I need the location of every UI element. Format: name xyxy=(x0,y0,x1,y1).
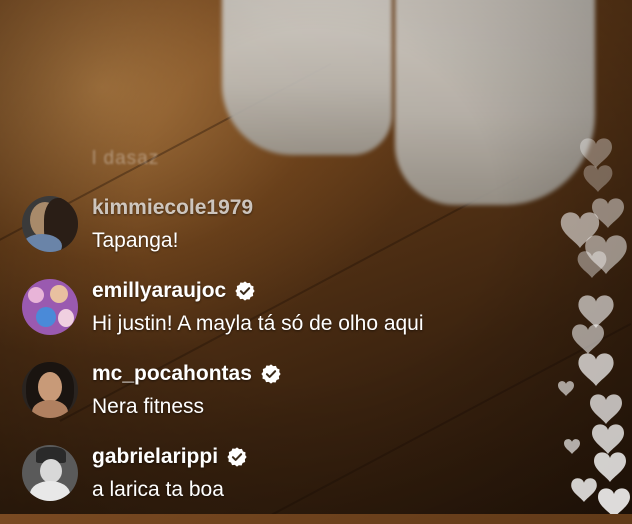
avatar[interactable] xyxy=(22,196,78,252)
username-text: gabrielarippi xyxy=(92,445,219,468)
comment-item: emillyaraujoc Hi justin! A mayla tá só d… xyxy=(22,275,542,358)
avatar-body xyxy=(32,400,68,418)
floating-hearts xyxy=(540,120,632,518)
heart-icon xyxy=(583,165,613,192)
comment-username[interactable]: kimmiecole1979 xyxy=(92,196,253,220)
avatar[interactable] xyxy=(22,362,78,418)
avatar-face xyxy=(38,372,62,402)
heart-icon xyxy=(578,353,614,386)
comment-username[interactable]: gabrielarippi xyxy=(92,445,248,469)
verified-badge-icon xyxy=(226,446,248,468)
username-text: kimmiecole1979 xyxy=(92,196,254,219)
faded-comment-text: l dasaz xyxy=(92,148,160,169)
verified-badge-icon xyxy=(260,363,282,385)
heart-icon xyxy=(578,295,614,328)
heart-icon xyxy=(564,439,580,454)
heart-icon xyxy=(598,488,630,518)
username-text: emillyaraujoc xyxy=(92,279,227,302)
verified-badge-icon xyxy=(234,280,256,302)
avatar-shirt xyxy=(22,234,62,252)
comment-username[interactable]: mc_pocahontas xyxy=(92,362,282,386)
comment-message: a larica ta boa xyxy=(92,478,224,501)
comment-message: Tapanga! xyxy=(92,229,179,252)
comment-item: kimmiecole1979 Tapanga! xyxy=(22,192,542,275)
avatar-face xyxy=(28,287,44,303)
hearts-layer xyxy=(558,138,630,518)
heart-icon xyxy=(572,324,604,354)
comment-item: mc_pocahontas Nera fitness xyxy=(22,358,542,441)
heart-icon xyxy=(571,478,597,502)
heart-icon xyxy=(592,424,624,454)
avatar[interactable] xyxy=(22,279,78,335)
heart-icon xyxy=(590,394,622,424)
comment-message: Nera fitness xyxy=(92,395,205,418)
avatar-body xyxy=(30,481,70,501)
live-comments-list: kimmiecole1979 Tapanga! emillyaraujoc Hi… xyxy=(22,192,542,524)
avatar-face xyxy=(36,307,56,327)
comment-message: Hi justin! A mayla tá só de olho aqui xyxy=(92,312,424,335)
comment-item: gabrielarippi a larica ta boa xyxy=(22,441,542,524)
avatar-face xyxy=(58,309,74,327)
avatar[interactable] xyxy=(22,445,78,501)
comment-username[interactable]: emillyaraujoc xyxy=(92,279,256,303)
heart-icon xyxy=(558,381,574,396)
heart-icon xyxy=(580,138,612,168)
heart-icon xyxy=(594,452,626,482)
avatar-face xyxy=(50,285,68,303)
avatar-face xyxy=(40,459,62,483)
username-text: mc_pocahontas xyxy=(92,362,252,385)
